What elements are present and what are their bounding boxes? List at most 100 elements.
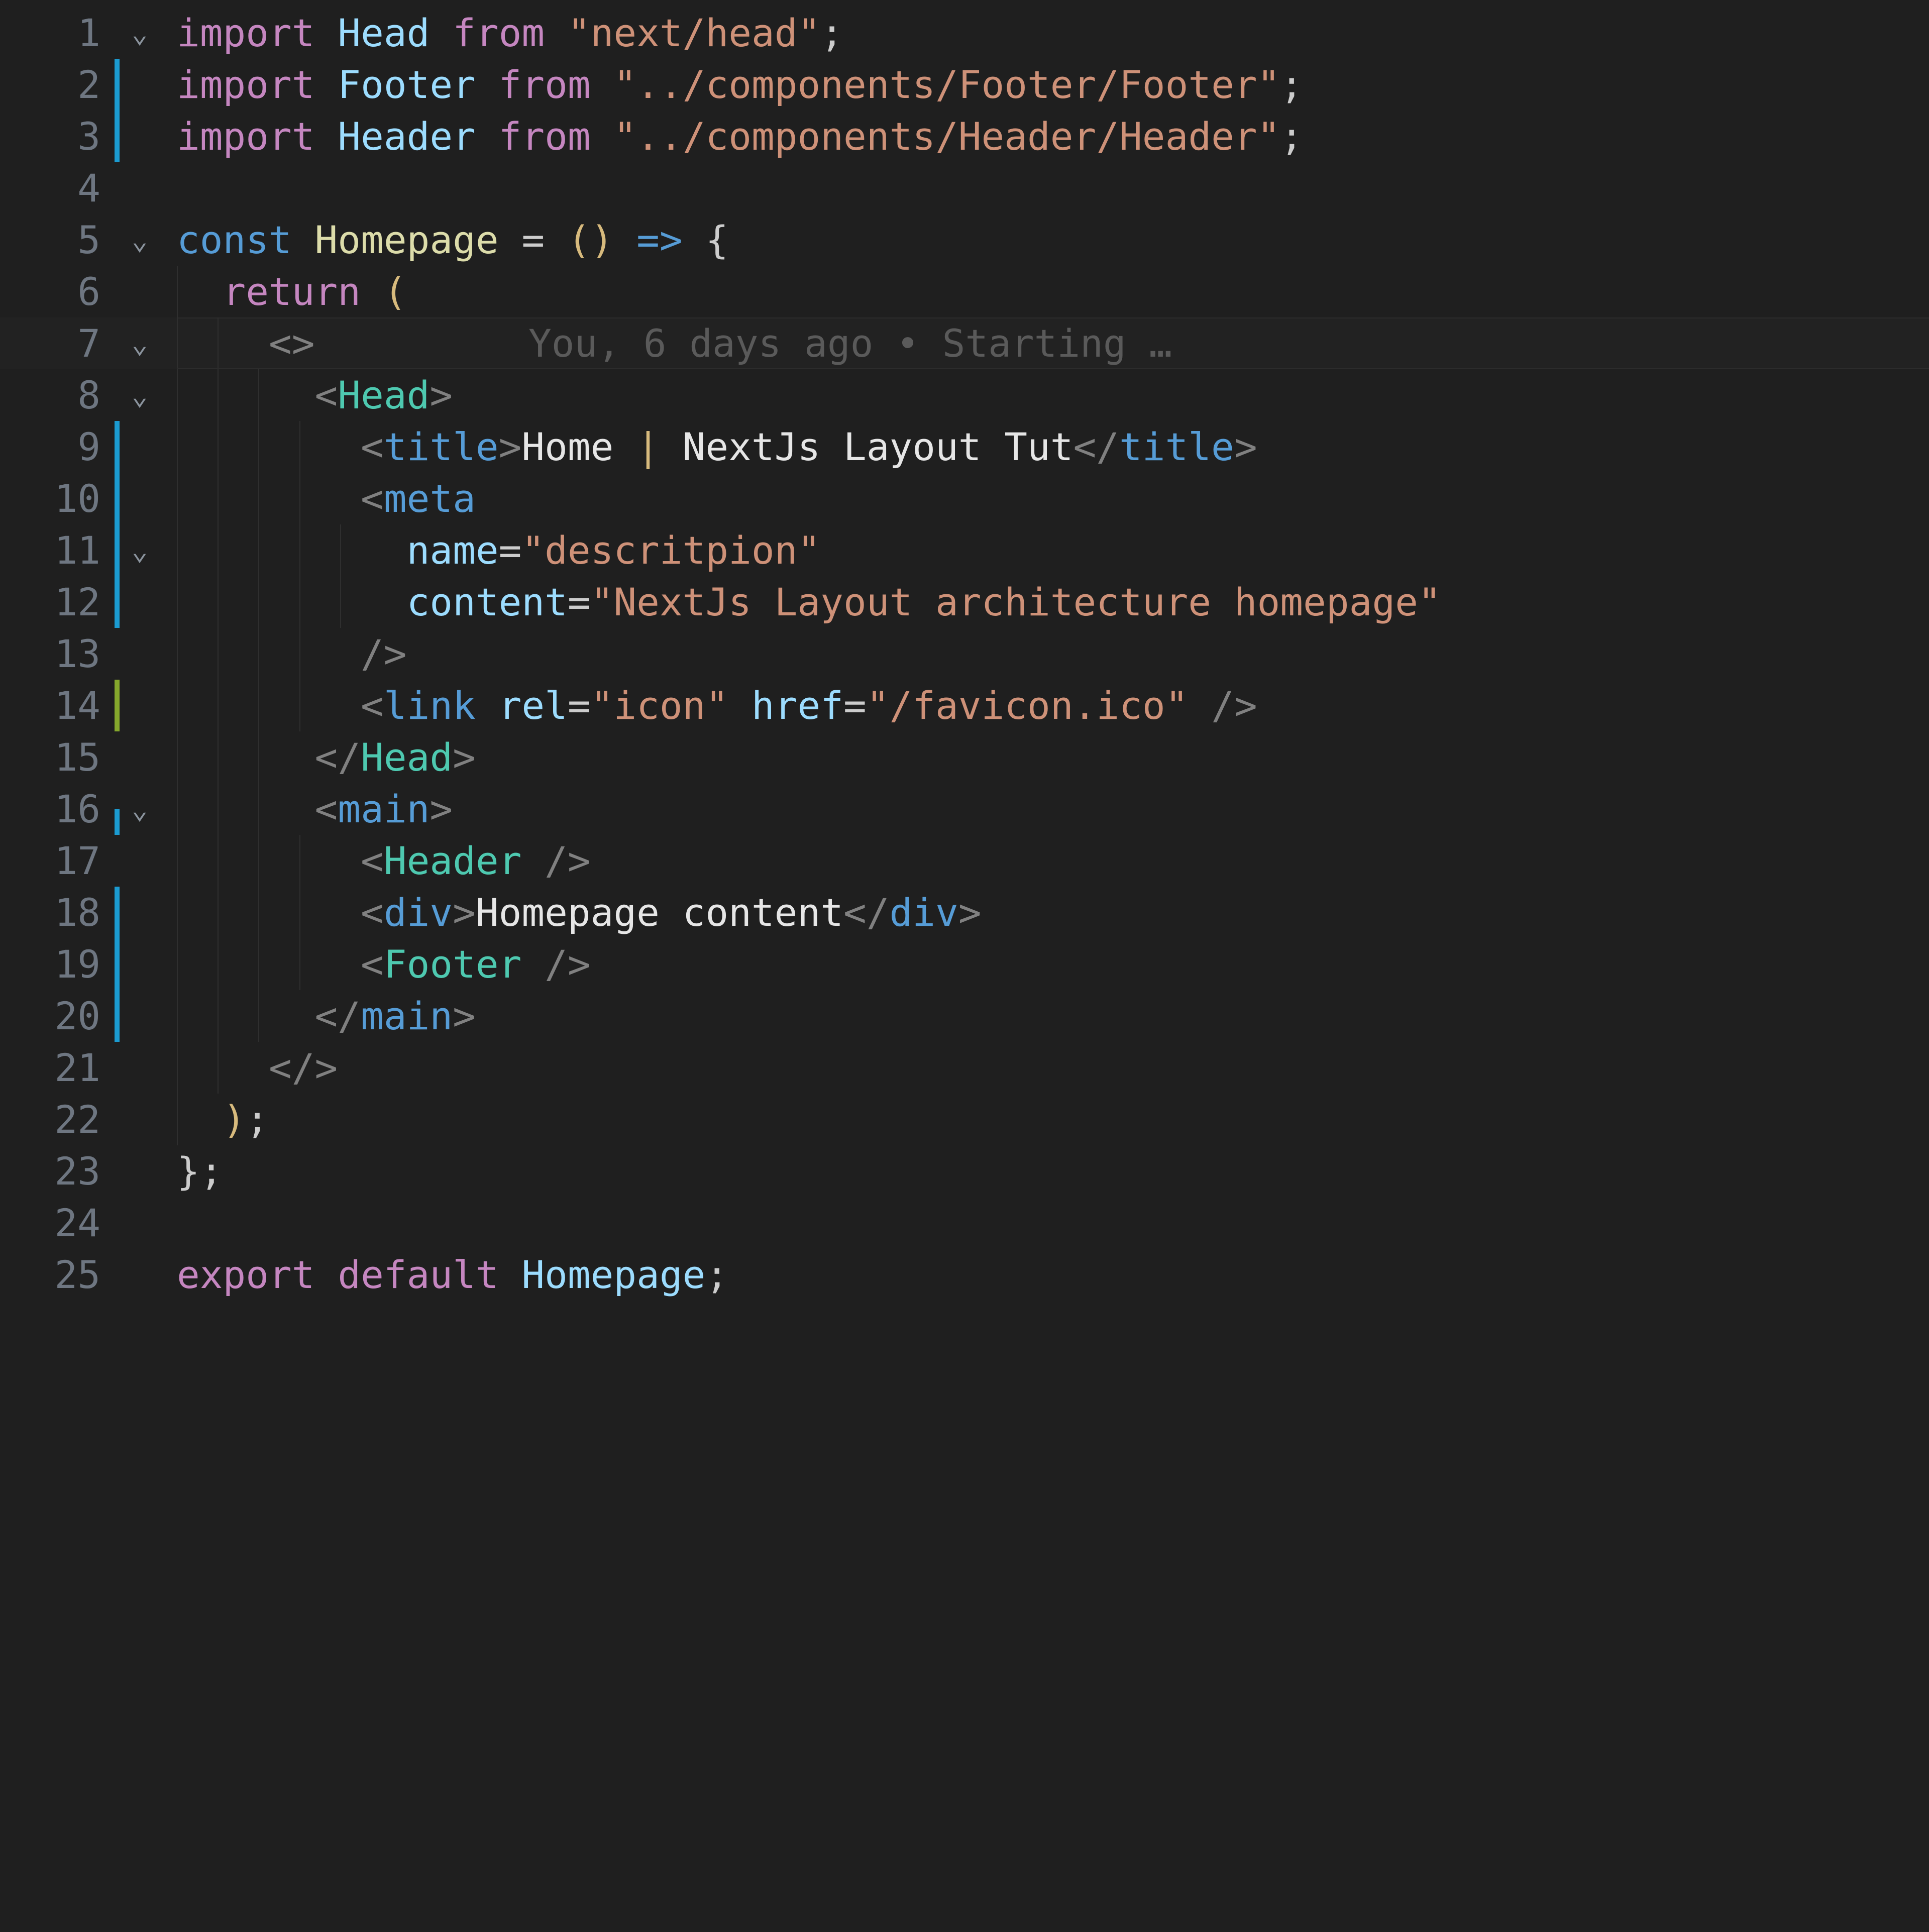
code-line[interactable]: 7⌄ <>You, 6 days ago • Starting … bbox=[0, 317, 1929, 369]
code-line[interactable]: 14 <link rel="icon" href="/favicon.ico" … bbox=[0, 680, 1929, 731]
code-line[interactable]: 6 return ( bbox=[0, 266, 1929, 317]
code-line[interactable]: 11 ⌄ name="descritpion" bbox=[0, 524, 1929, 576]
code-line[interactable]: 3import Header from "../components/Heade… bbox=[0, 111, 1929, 162]
git-modified-indicator[interactable] bbox=[115, 887, 120, 938]
git-modified-indicator[interactable] bbox=[115, 111, 120, 162]
token: > bbox=[1234, 424, 1257, 469]
chevron-down-icon[interactable]: ⌄ bbox=[125, 524, 155, 576]
token: < bbox=[361, 838, 384, 883]
git-modified-indicator[interactable] bbox=[115, 473, 120, 524]
chevron-down-icon[interactable]: ⌄ bbox=[125, 783, 155, 835]
line-number: 22 bbox=[0, 1094, 100, 1145]
code-text[interactable]: <title>Home | NextJs Layout Tut</title> bbox=[177, 421, 1929, 473]
code-line[interactable]: 4 bbox=[0, 162, 1929, 214]
code-line[interactable]: 9 <title>Home | NextJs Layout Tut</title… bbox=[0, 421, 1929, 473]
code-text[interactable]: <div>Homepage content</div> bbox=[177, 887, 1929, 938]
code-text[interactable]: <link rel="icon" href="/favicon.ico" /> bbox=[177, 680, 1929, 731]
token: = bbox=[499, 528, 522, 573]
git-added-indicator[interactable] bbox=[115, 680, 120, 731]
token: ; bbox=[1280, 62, 1303, 107]
code-text[interactable]: return ( bbox=[177, 266, 1929, 317]
code-line[interactable]: 10 <meta bbox=[0, 473, 1929, 524]
code-text[interactable]: <main> bbox=[177, 783, 1929, 835]
chevron-down-icon[interactable]: ⌄ bbox=[125, 7, 155, 59]
code-line[interactable]: 13 /> bbox=[0, 628, 1929, 680]
line-number: 17 bbox=[0, 835, 100, 887]
code-line[interactable]: 24 bbox=[0, 1197, 1929, 1249]
token: Homepage bbox=[521, 1252, 705, 1297]
token: name bbox=[407, 528, 499, 573]
code-text[interactable]: <Head> bbox=[177, 369, 1929, 421]
line-number: 9 bbox=[0, 421, 100, 473]
token: ; bbox=[246, 1097, 269, 1142]
line-number: 25 bbox=[0, 1249, 100, 1301]
token: return bbox=[223, 269, 361, 314]
code-line[interactable]: 12 content="NextJs Layout architecture h… bbox=[0, 576, 1929, 628]
token: content bbox=[407, 580, 568, 624]
token: > bbox=[453, 890, 476, 935]
code-line[interactable]: 1⌄import Head from "next/head"; bbox=[0, 7, 1929, 59]
code-text[interactable]: <Header /> bbox=[177, 835, 1929, 887]
token: { bbox=[705, 218, 728, 262]
code-line[interactable]: 20 </main> bbox=[0, 990, 1929, 1042]
code-text[interactable]: import Header from "../components/Header… bbox=[177, 111, 1929, 162]
git-modified-indicator[interactable] bbox=[115, 59, 120, 111]
token-run: </main> bbox=[177, 990, 476, 1042]
code-text[interactable]: export default Homepage; bbox=[177, 1249, 1929, 1301]
code-text[interactable]: import Head from "next/head"; bbox=[177, 7, 1929, 59]
code-line[interactable]: 25 export default Homepage; bbox=[0, 1249, 1929, 1301]
token bbox=[177, 1045, 269, 1090]
code-text[interactable]: <>You, 6 days ago • Starting … bbox=[177, 317, 1929, 369]
code-line[interactable]: 23}; bbox=[0, 1145, 1929, 1197]
line-number: 5 bbox=[0, 214, 100, 266]
git-modified-indicator[interactable] bbox=[115, 809, 120, 835]
code-text[interactable] bbox=[177, 162, 1929, 214]
token: Footer bbox=[338, 62, 476, 107]
chevron-down-icon[interactable]: ⌄ bbox=[125, 317, 155, 369]
code-line[interactable]: 17 <Header /> bbox=[0, 835, 1929, 887]
line-number: 16 bbox=[0, 783, 100, 835]
token: Header bbox=[384, 838, 522, 883]
code-line[interactable]: 19 <Footer /> bbox=[0, 938, 1929, 990]
code-line[interactable]: 21 </> bbox=[0, 1042, 1929, 1094]
git-modified-indicator[interactable] bbox=[115, 576, 120, 628]
code-text[interactable]: content="NextJs Layout architecture home… bbox=[177, 576, 1929, 628]
chevron-down-icon[interactable]: ⌄ bbox=[125, 214, 155, 266]
token bbox=[613, 218, 636, 262]
token: "/favicon.ico" bbox=[867, 683, 1189, 728]
git-modified-indicator[interactable] bbox=[115, 938, 120, 990]
token bbox=[476, 62, 499, 107]
code-text[interactable]: const Homepage = () => { bbox=[177, 214, 1929, 266]
code-text[interactable]: name="descritpion" bbox=[177, 524, 1929, 576]
code-text[interactable]: </main> bbox=[177, 990, 1929, 1042]
token-run: </Head> bbox=[177, 731, 476, 783]
code-line[interactable]: 15 </Head> bbox=[0, 731, 1929, 783]
line-number: 11 bbox=[0, 524, 100, 576]
code-line-list[interactable]: 1⌄import Head from "next/head";2import F… bbox=[0, 7, 1929, 1301]
code-line[interactable]: 16 ⌄ <main> bbox=[0, 783, 1929, 835]
code-text[interactable]: </> bbox=[177, 1042, 1929, 1094]
code-text[interactable] bbox=[177, 1197, 1929, 1249]
token bbox=[521, 838, 545, 883]
code-line[interactable]: 18 <div>Homepage content</div> bbox=[0, 887, 1929, 938]
code-text[interactable]: /> bbox=[177, 628, 1929, 680]
code-line[interactable]: 8⌄ <Head> bbox=[0, 369, 1929, 421]
git-blame-annotation[interactable]: You, 6 days ago • Starting … bbox=[528, 317, 1172, 369]
git-modified-indicator[interactable] bbox=[115, 990, 120, 1042]
code-line[interactable]: 22 ); bbox=[0, 1094, 1929, 1145]
code-line[interactable]: 5 ⌄ const Homepage = () => { bbox=[0, 214, 1929, 266]
code-text[interactable]: import Footer from "../components/Footer… bbox=[177, 59, 1929, 111]
code-text[interactable]: </Head> bbox=[177, 731, 1929, 783]
token: "../components/Footer/Footer" bbox=[613, 62, 1280, 107]
code-line[interactable]: 2import Footer from "../components/Foote… bbox=[0, 59, 1929, 111]
token bbox=[177, 580, 407, 624]
git-modified-indicator[interactable] bbox=[115, 421, 120, 473]
code-text[interactable]: <Footer /> bbox=[177, 938, 1929, 990]
git-modified-indicator[interactable] bbox=[115, 524, 120, 576]
code-text[interactable]: ); bbox=[177, 1094, 1929, 1145]
token: </ bbox=[315, 994, 361, 1038]
chevron-down-icon[interactable]: ⌄ bbox=[125, 369, 155, 421]
code-text[interactable]: }; bbox=[177, 1145, 1929, 1197]
code-editor-viewport[interactable]: 1⌄import Head from "next/head";2import F… bbox=[0, 0, 1929, 1932]
code-text[interactable]: <meta bbox=[177, 473, 1929, 524]
